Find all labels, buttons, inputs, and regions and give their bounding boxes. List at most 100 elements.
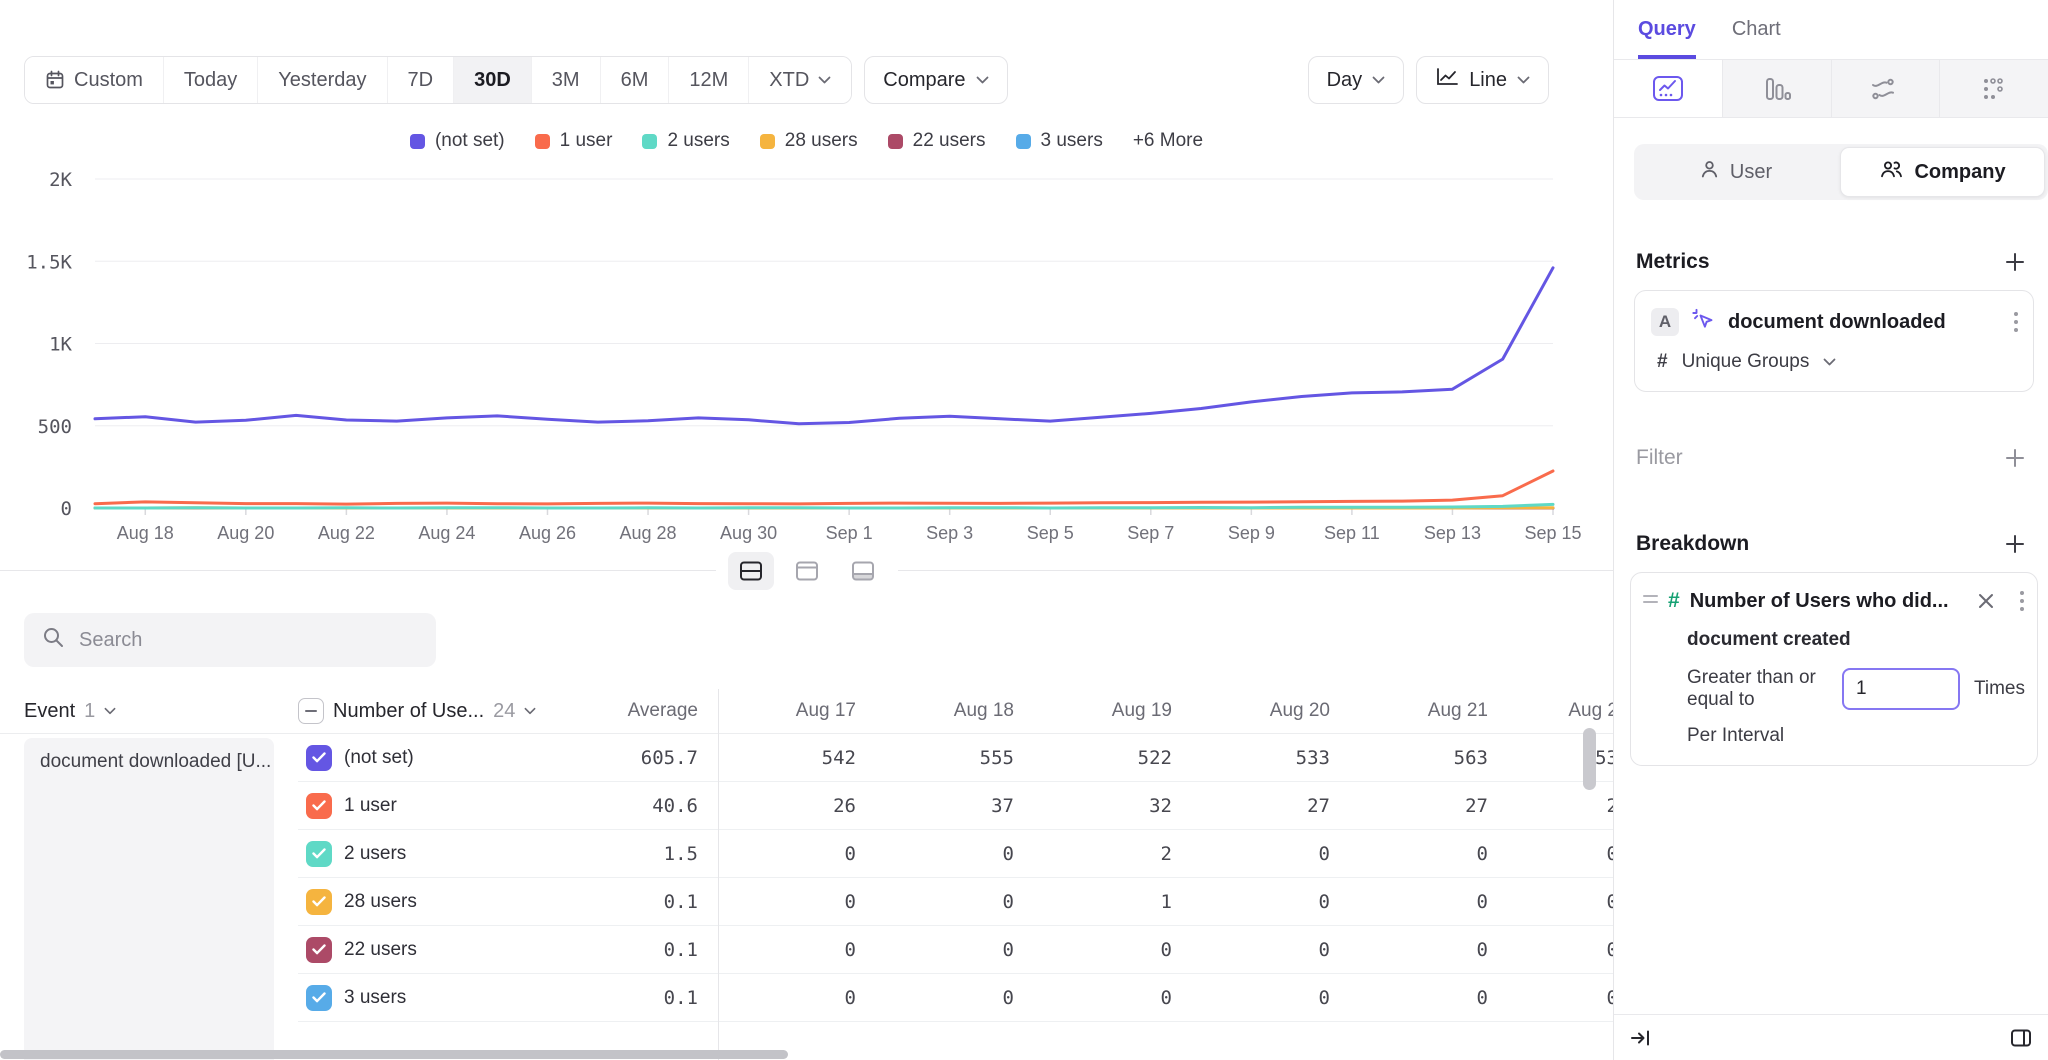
table-rows: (not set)605.7542555522533563531 user40.… [298, 734, 1613, 1022]
event-cell[interactable]: document downloaded [U... [24, 738, 274, 1060]
add-filter-button[interactable] [2004, 447, 2026, 469]
select-all-checkbox[interactable] [298, 698, 324, 724]
legend-item[interactable]: (not set) [410, 130, 505, 152]
svg-text:1.5K: 1.5K [26, 251, 72, 273]
line-chart-icon [1435, 67, 1459, 93]
value-cell: 0 [1330, 843, 1488, 865]
metrics-section-header: Metrics [1636, 250, 2026, 274]
series-checkbox[interactable] [306, 745, 332, 771]
chart-type-dropdown[interactable]: Line [1416, 56, 1549, 104]
range-button-30d[interactable]: 30D [453, 57, 531, 103]
sidebar-toggle-icon[interactable] [2010, 1028, 2032, 1048]
metric-more-button[interactable] [2013, 310, 2019, 334]
range-button-xtd[interactable]: XTD [748, 57, 851, 103]
legend-swatch [642, 134, 657, 149]
value-cell: 0 [856, 939, 1014, 961]
legend-item[interactable]: 1 user [535, 130, 613, 152]
add-metric-button[interactable] [2004, 251, 2026, 273]
range-button-today[interactable]: Today [163, 57, 257, 103]
layout-chart-only-button[interactable] [784, 552, 830, 590]
series-checkbox[interactable] [306, 889, 332, 915]
series-label-cell[interactable]: 2 users [298, 841, 550, 867]
horizontal-scrollbar[interactable] [0, 1050, 788, 1059]
entity-user-option[interactable]: User [1634, 144, 1837, 200]
metric-event-name[interactable]: document downloaded [1728, 311, 1946, 334]
legend-item[interactable]: 3 users [1016, 130, 1103, 152]
legend-swatch [410, 134, 425, 149]
series-label-cell[interactable]: (not set) [298, 745, 550, 771]
legend-item[interactable]: 28 users [760, 130, 858, 152]
property-hash-icon: # [1668, 589, 1680, 613]
calendar-icon [45, 70, 65, 90]
average-cell: 0.1 [550, 987, 698, 1009]
chevron-down-icon [1823, 358, 1836, 366]
drag-handle-icon[interactable] [1643, 592, 1658, 611]
metric-badge: A [1651, 308, 1679, 336]
chevron-down-icon [1372, 76, 1385, 84]
breakdown-more-button[interactable] [2019, 589, 2025, 613]
value-cell: 27 [1172, 795, 1330, 817]
svg-text:Sep 11: Sep 11 [1324, 523, 1380, 543]
series-label-cell[interactable]: 3 users [298, 985, 550, 1011]
layout-split-button[interactable] [728, 552, 774, 590]
value-cell: 0 [1330, 891, 1488, 913]
table-body: document downloaded [U... (not set)605.7… [0, 733, 1613, 1022]
compare-button[interactable]: Compare [864, 56, 1007, 104]
chart-type-flow[interactable] [1831, 60, 1940, 117]
series-checkbox[interactable] [306, 841, 332, 867]
collapse-panel-icon[interactable] [1630, 1028, 1652, 1048]
chart-type-bar[interactable] [1722, 60, 1831, 117]
search-input[interactable] [79, 629, 418, 652]
breakdown-event-name[interactable]: document created [1687, 629, 2025, 651]
series-label-cell[interactable]: 22 users [298, 937, 550, 963]
legend-item[interactable]: 22 users [888, 130, 986, 152]
legend-more[interactable]: +6 More [1133, 130, 1203, 152]
svg-text:Aug 20: Aug 20 [217, 523, 274, 543]
group-column-header[interactable]: Number of Use... 24 [298, 698, 550, 724]
layout-table-only-button[interactable] [840, 552, 886, 590]
average-cell: 0.1 [550, 891, 698, 913]
legend-swatch [535, 134, 550, 149]
series-checkbox[interactable] [306, 937, 332, 963]
series-checkbox[interactable] [306, 793, 332, 819]
value-cell: 26 [698, 795, 856, 817]
svg-text:1K: 1K [49, 334, 72, 356]
tab-query[interactable]: Query [1638, 18, 1696, 59]
tab-chart[interactable]: Chart [1732, 18, 1781, 59]
vertical-scrollbar[interactable] [1583, 728, 1596, 790]
breakdown-property-name[interactable]: Number of Users who did... [1690, 590, 1949, 613]
metric-measure-row[interactable]: # Unique Groups [1657, 351, 2019, 373]
average-column-header: Average [550, 700, 698, 722]
range-button-yesterday[interactable]: Yesterday [257, 57, 386, 103]
legend-item[interactable]: 2 users [642, 130, 729, 152]
date-column-header: Aug 20 [1172, 700, 1330, 722]
value-cell: 37 [856, 795, 1014, 817]
range-button-7d[interactable]: 7D [387, 57, 454, 103]
value-cell: 0 [1488, 987, 1613, 1009]
range-button-3m[interactable]: 3M [531, 57, 600, 103]
date-column-header: Aug 2 [1488, 700, 1613, 722]
condition-value-input[interactable] [1842, 668, 1960, 710]
range-button-6m[interactable]: 6M [600, 57, 669, 103]
interval-dropdown[interactable]: Day [1308, 56, 1405, 104]
range-button-custom[interactable]: Custom [25, 57, 163, 103]
chart-type-matrix[interactable] [1939, 60, 2048, 117]
series-checkbox[interactable] [306, 985, 332, 1011]
range-button-12m[interactable]: 12M [668, 57, 748, 103]
series-label-cell[interactable]: 1 user [298, 793, 550, 819]
chart-type-line[interactable] [1614, 60, 1722, 117]
group-count: 24 [493, 700, 515, 723]
metric-card-row: A document downloaded [1651, 307, 2019, 337]
condition-label[interactable]: Greater than or equal to [1687, 667, 1828, 711]
value-cell: 522 [1014, 747, 1172, 769]
layout-toggle-group [716, 546, 898, 596]
per-interval-label[interactable]: Per Interval [1687, 725, 2025, 747]
value-cell: 27 [1330, 795, 1488, 817]
event-column-header[interactable]: Event 1 [24, 700, 298, 723]
close-icon[interactable] [1977, 592, 1995, 610]
entity-company-option[interactable]: Company [1840, 147, 2045, 197]
average-cell: 40.6 [550, 795, 698, 817]
series-label-cell[interactable]: 28 users [298, 889, 550, 915]
add-breakdown-button[interactable] [2004, 533, 2026, 555]
chevron-down-icon [1517, 76, 1530, 84]
